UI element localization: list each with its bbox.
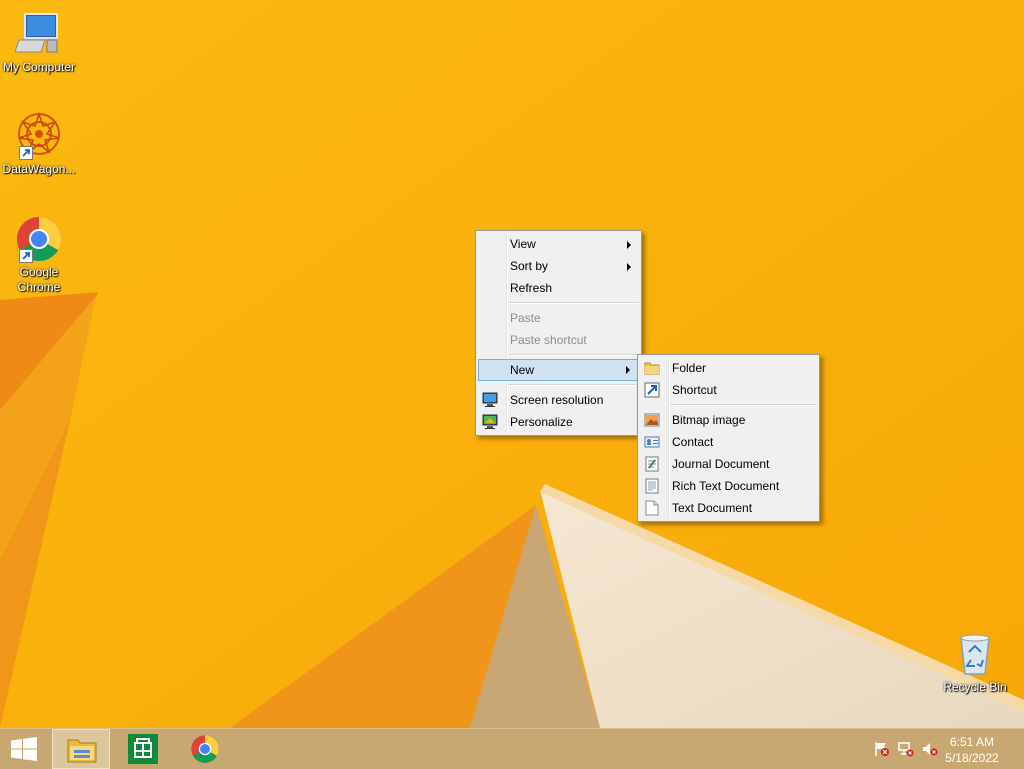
menu-item-label: New: [510, 363, 535, 377]
menu-item-label: Journal Document: [672, 457, 770, 471]
submenu-arrow-icon: [627, 241, 631, 249]
menu-item-label: Paste shortcut: [510, 333, 587, 347]
clock-time: 6:51 AM: [949, 735, 995, 749]
submenu-arrow-icon: [627, 263, 631, 271]
network-icon[interactable]: [898, 741, 914, 757]
menu-item-label: Text Document: [672, 501, 753, 515]
desktop-icon-google-chrome[interactable]: Google Chrome: [1, 215, 77, 295]
shortcut-icon: [644, 382, 660, 398]
contact-icon: [644, 434, 660, 450]
journal-icon: [644, 456, 660, 472]
menu-item-label: Personalize: [510, 415, 573, 429]
menu-item-label: Refresh: [510, 281, 553, 295]
menu-separator: [508, 302, 639, 304]
chrome-icon: [15, 215, 63, 263]
menu-item-label: Sort by: [510, 259, 549, 273]
store-icon: [128, 734, 158, 767]
taskbar-store[interactable]: [114, 729, 172, 769]
menu-separator: [670, 404, 817, 406]
file-explorer-icon: [66, 736, 98, 767]
menu-item-label: Bitmap image: [672, 413, 746, 427]
taskbar-chrome[interactable]: [176, 729, 234, 769]
new-item-folder[interactable]: Folder: [640, 357, 817, 379]
clock-date: 5/18/2022: [945, 751, 999, 765]
folder-icon: [644, 360, 660, 376]
personalize-icon: [482, 414, 498, 430]
menu-item-view[interactable]: View: [478, 233, 639, 255]
menu-item-refresh[interactable]: Refresh: [478, 277, 639, 299]
chrome-icon: [190, 734, 220, 767]
new-item-shortcut[interactable]: Shortcut: [640, 379, 817, 401]
menu-item-label: View: [510, 237, 536, 251]
volume-muted-icon[interactable]: [922, 741, 938, 757]
new-item-journal-document[interactable]: Journal Document: [640, 453, 817, 475]
new-submenu: Folder Shortcut Bitmap image Contact Jou…: [637, 354, 820, 522]
menu-item-screen-resolution[interactable]: Screen resolution: [478, 389, 639, 411]
menu-item-label: Screen resolution: [510, 393, 604, 407]
desktop-context-menu: View Sort by Refresh Paste Paste shortcu…: [475, 230, 642, 436]
desktop-icon-label: Google Chrome: [17, 265, 61, 294]
menu-item-label: Paste: [510, 311, 541, 325]
bitmap-icon: [644, 412, 660, 428]
new-item-text-document[interactable]: Text Document: [640, 497, 817, 519]
new-item-contact[interactable]: Contact: [640, 431, 817, 453]
menu-item-paste: Paste: [478, 307, 639, 329]
datawagon-icon: [15, 111, 63, 160]
desktop-icon-recycle-bin[interactable]: Recycle Bin: [937, 630, 1013, 695]
recycle-bin-icon: [951, 630, 999, 678]
start-button[interactable]: [0, 729, 48, 769]
text-document-icon: [644, 500, 660, 516]
menu-item-personalize[interactable]: Personalize: [478, 411, 639, 433]
menu-item-label: Folder: [672, 361, 707, 375]
taskbar-clock[interactable]: 6:51 AM 5/18/2022: [942, 734, 1002, 766]
shortcut-arrow-icon: [19, 146, 33, 160]
submenu-arrow-icon: [626, 366, 630, 374]
menu-item-new[interactable]: New: [478, 359, 639, 381]
screen-resolution-icon: [482, 392, 498, 408]
new-item-bitmap-image[interactable]: Bitmap image: [640, 409, 817, 431]
menu-item-label: Shortcut: [672, 383, 717, 397]
menu-item-paste-shortcut: Paste shortcut: [478, 329, 639, 351]
taskbar-file-explorer[interactable]: [52, 729, 110, 769]
rich-text-icon: [644, 478, 660, 494]
menu-separator: [508, 384, 639, 386]
windows-logo-icon: [11, 737, 37, 764]
desktop-icon-my-computer[interactable]: My Computer: [1, 10, 77, 75]
desktop-icon-label: Recycle Bin: [943, 680, 1007, 694]
desktop-icon-label: DataWagon...: [2, 162, 76, 176]
new-item-rich-text-document[interactable]: Rich Text Document: [640, 475, 817, 497]
computer-icon: [14, 10, 63, 58]
menu-separator: [508, 354, 639, 356]
desktop-icon-datawagon[interactable]: DataWagon...: [1, 111, 77, 177]
desktop-icon-label: My Computer: [2, 60, 76, 74]
taskbar: 6:51 AM 5/18/2022: [0, 728, 1024, 769]
menu-item-sort-by[interactable]: Sort by: [478, 255, 639, 277]
shortcut-arrow-icon: [19, 249, 33, 263]
menu-item-label: Rich Text Document: [672, 479, 780, 493]
action-center-flag-icon[interactable]: [874, 741, 890, 757]
menu-item-label: Contact: [672, 435, 714, 449]
